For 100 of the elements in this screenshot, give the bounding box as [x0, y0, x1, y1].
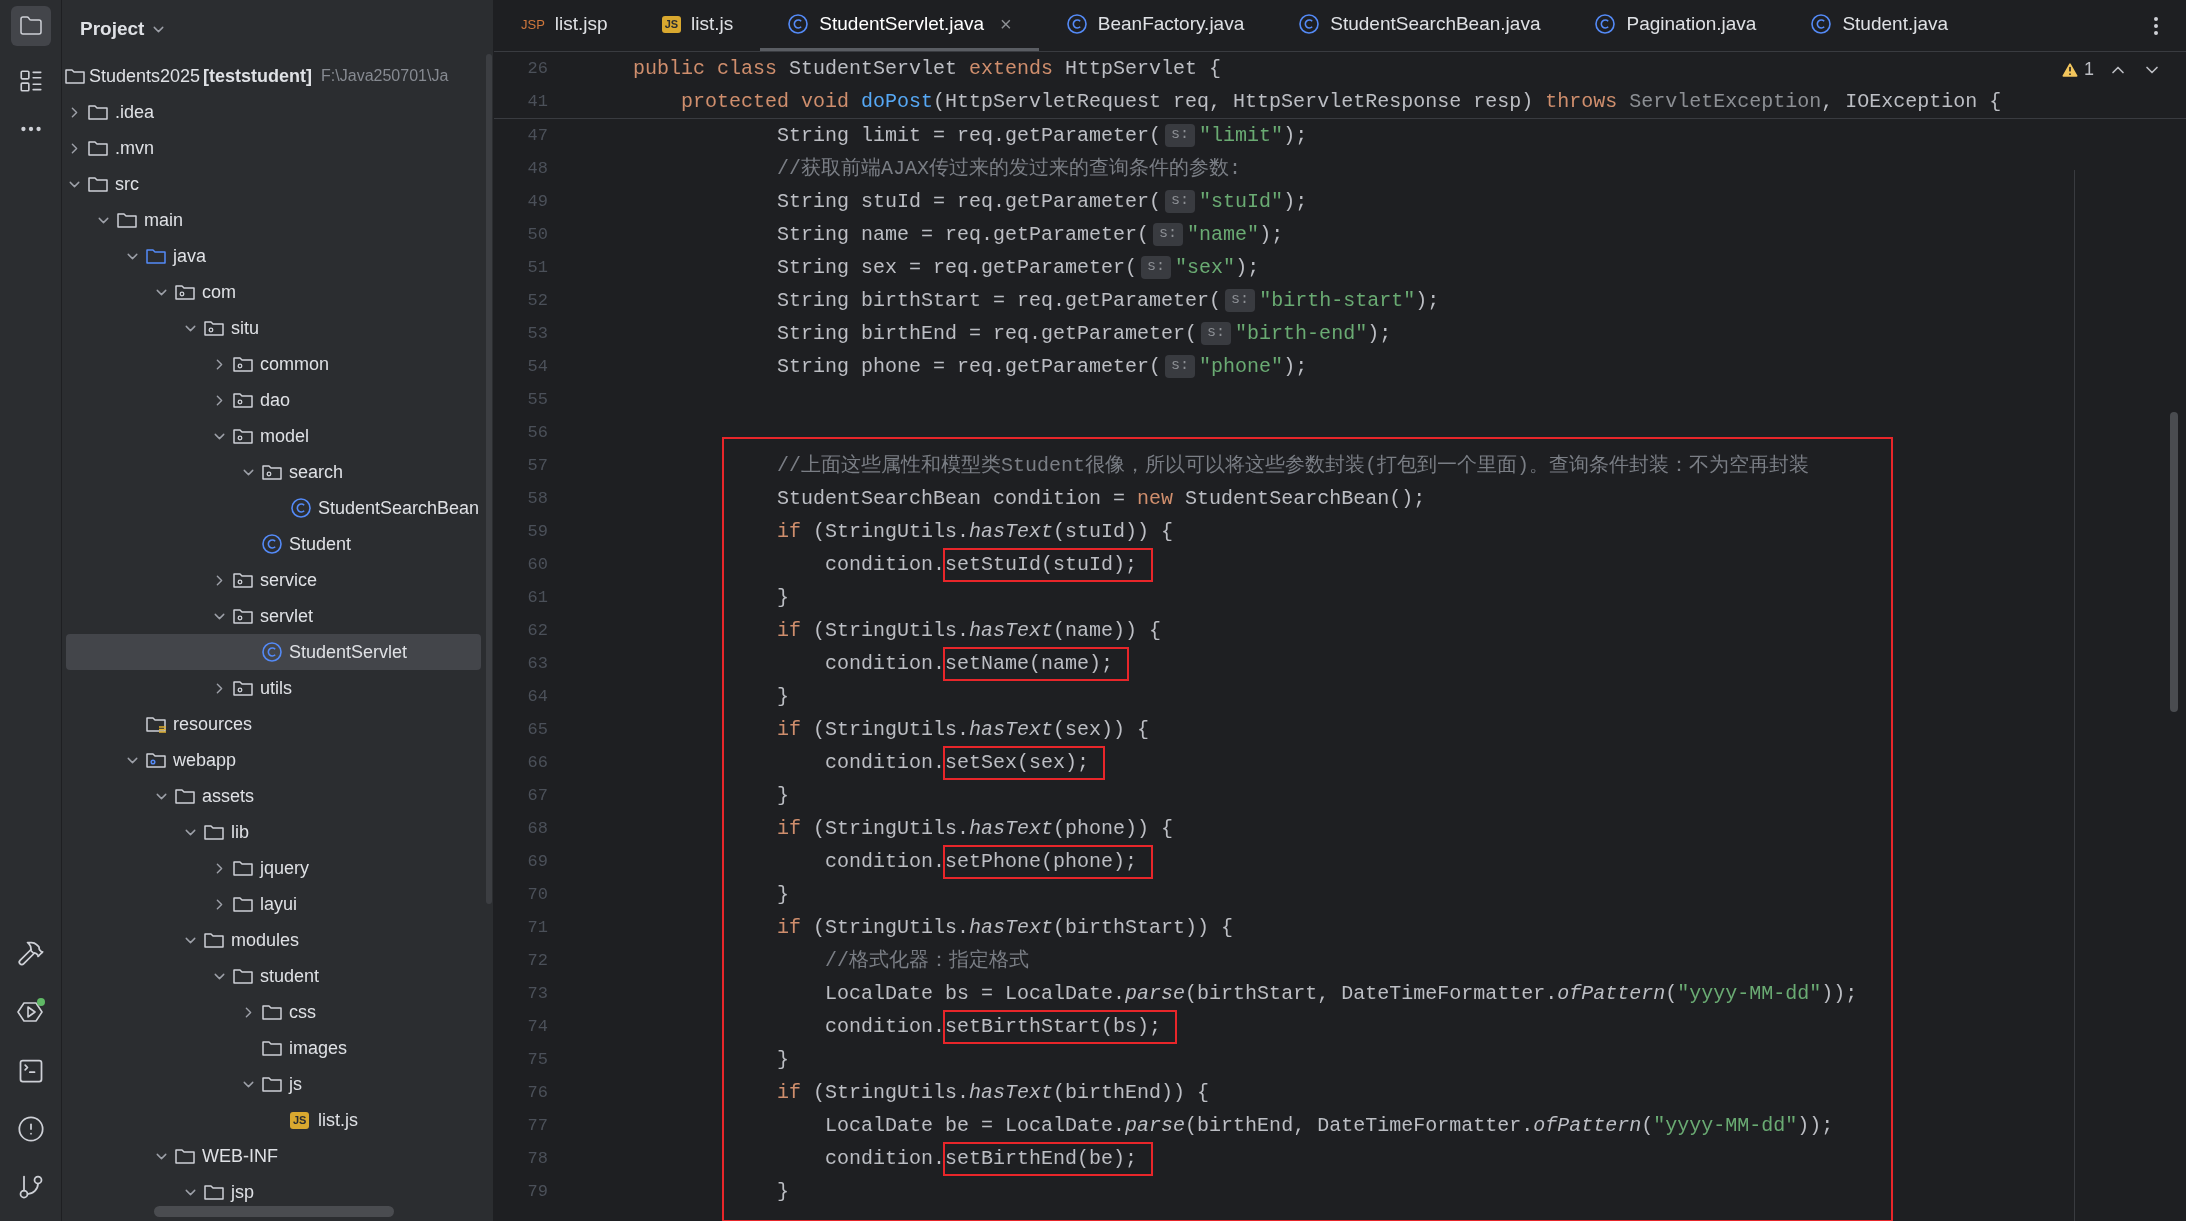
- tree-item[interactable]: WEB-INF: [66, 1138, 481, 1174]
- code-text: (: [1665, 980, 1678, 1007]
- tree-item-label: css: [289, 1000, 316, 1024]
- code-text: condition.: [824, 848, 946, 875]
- code-text: );: [1283, 353, 1308, 380]
- code-text: }: [776, 584, 790, 611]
- tree-item-label: StudentServlet: [289, 640, 408, 664]
- project-name: Students2025: [89, 64, 201, 88]
- editor-tab[interactable]: StudentServlet.java ×: [760, 0, 1039, 51]
- code-text: , IOException {: [1821, 88, 2002, 115]
- tree-item[interactable]: student: [66, 958, 481, 994]
- web-folder-icon: [145, 750, 167, 770]
- tree-item[interactable]: situ: [66, 310, 481, 346]
- code-text: condition.: [824, 1145, 946, 1172]
- code-text: (name)) {: [1053, 617, 1162, 644]
- folder-icon: [174, 786, 196, 806]
- tree-item[interactable]: com: [66, 274, 481, 310]
- code-text: (stuId)) {: [1053, 518, 1174, 545]
- tree-item[interactable]: Student: [66, 526, 481, 562]
- code-text: String sex = req.getParameter(: [776, 254, 1138, 281]
- tree-item[interactable]: search: [66, 454, 481, 490]
- tree-item-label: jsp: [231, 1180, 254, 1204]
- tree-item[interactable]: .idea: [66, 94, 481, 130]
- tree-item[interactable]: Students2025 [teststudent] F:\Java250701\Ja: [62, 58, 479, 94]
- editor-tab[interactable]: JSP list.jsp: [494, 0, 635, 51]
- code-text: );: [1283, 122, 1308, 149]
- tree-item[interactable]: JS list.js: [66, 1102, 481, 1138]
- panel-title[interactable]: Project: [80, 14, 145, 44]
- vertical-scrollbar[interactable]: [2170, 412, 2178, 712]
- folder-icon: [18, 14, 43, 38]
- tree-item[interactable]: images: [66, 1030, 481, 1066]
- vertical-scrollbar[interactable]: [486, 54, 492, 904]
- folder-icon: [203, 930, 225, 950]
- editor-tab[interactable]: Pagination.java: [1567, 0, 1784, 51]
- code-text: if: [776, 1079, 802, 1106]
- tree-item[interactable]: assets: [66, 778, 481, 814]
- code-comment: //格式化器：指定格式: [824, 947, 1030, 974]
- warnings-indicator[interactable]: 1: [2060, 56, 2094, 83]
- code-text: ServletException: [1629, 88, 1822, 115]
- code-text: (StringUtils.: [812, 914, 970, 941]
- folder-icon: [87, 102, 109, 122]
- folder-icon: [203, 1182, 225, 1202]
- structure-icon[interactable]: [17, 68, 44, 94]
- package-folder-icon: [232, 570, 254, 590]
- class-icon: [261, 533, 283, 555]
- code-text: LocalDate be = LocalDate.: [824, 1112, 1126, 1139]
- tree-item[interactable]: service: [66, 562, 481, 598]
- code-text: (birthEnd)) {: [1053, 1079, 1210, 1106]
- editor-tab[interactable]: BeanFactory.java: [1038, 0, 1272, 51]
- tree-item[interactable]: utils: [66, 670, 481, 706]
- tree-item-label: situ: [231, 316, 259, 340]
- editor-tab[interactable]: StudentSearchBean.java: [1271, 0, 1568, 51]
- code-text: extends: [969, 55, 1054, 82]
- tree-item-label: resources: [173, 712, 253, 736]
- code-text: );: [1415, 287, 1440, 314]
- tree-item[interactable]: java: [66, 238, 481, 274]
- parameter-hint: s:: [1165, 190, 1196, 213]
- close-tab-button[interactable]: ×: [1000, 9, 1012, 39]
- highlighted-code: setName(name);: [945, 648, 1128, 679]
- tree-item[interactable]: model: [66, 418, 481, 454]
- code-text: }: [776, 782, 790, 809]
- tree-item[interactable]: servlet: [66, 598, 481, 634]
- tree-item[interactable]: jquery: [66, 850, 481, 886]
- tree-item[interactable]: layui: [66, 886, 481, 922]
- tree-item[interactable]: jsp: [66, 1174, 481, 1210]
- project-tool-button[interactable]: [10, 6, 51, 46]
- tree-item-label: utils: [260, 676, 292, 700]
- tree-item[interactable]: css: [66, 994, 481, 1030]
- tree-item[interactable]: lib: [66, 814, 481, 850]
- tree-item[interactable]: resources: [66, 706, 481, 742]
- tree-item[interactable]: webapp: [66, 742, 481, 778]
- editor-tab[interactable]: JS list.js: [634, 0, 761, 51]
- code-text: }: [776, 1178, 790, 1205]
- folder-icon: [261, 1002, 283, 1022]
- code-text: (birthStart, DateTimeFormatter.: [1185, 980, 1558, 1007]
- folder-icon: [203, 822, 225, 842]
- code-text: ));: [1797, 1112, 1834, 1139]
- tree-item[interactable]: StudentSearchBean: [66, 490, 481, 526]
- tree-item[interactable]: js: [66, 1066, 481, 1102]
- tree-item-label: Student: [289, 532, 352, 556]
- tree-item[interactable]: src: [66, 166, 481, 202]
- horizontal-scrollbar[interactable]: [154, 1206, 394, 1217]
- tree-item[interactable]: modules: [66, 922, 481, 958]
- tree-item-label: StudentSearchBean: [318, 496, 480, 520]
- class-icon: [1594, 13, 1617, 35]
- tree-item[interactable]: StudentServlet: [66, 634, 481, 670]
- editor-tab[interactable]: Student.java: [1783, 0, 1976, 51]
- tree-item[interactable]: main: [66, 202, 481, 238]
- tree-item[interactable]: .mvn: [66, 130, 481, 166]
- tree-item[interactable]: dao: [66, 382, 481, 418]
- highlighted-code: setBirthEnd(be);: [945, 1143, 1152, 1174]
- problems-icon[interactable]: [16, 1115, 45, 1143]
- code-text: "sex": [1175, 254, 1236, 281]
- code-text: "stuId": [1199, 188, 1284, 215]
- tree-item-label: com: [202, 280, 236, 304]
- jsp-file-icon: JSP: [521, 15, 545, 33]
- project-path: F:\Java250701\Ja: [321, 66, 449, 86]
- hammer-icon[interactable]: [16, 939, 45, 967]
- tree-item[interactable]: common: [66, 346, 481, 382]
- code-text: HttpServlet {: [1064, 55, 1222, 82]
